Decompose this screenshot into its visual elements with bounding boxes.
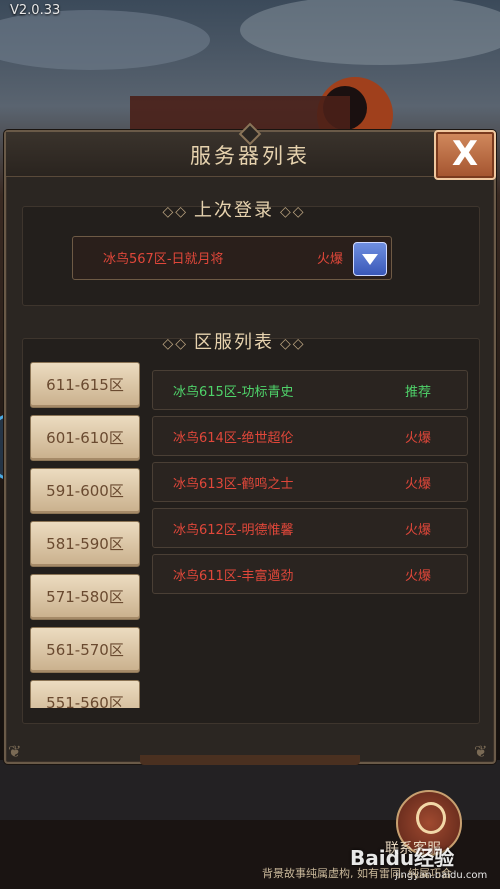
server-status: 火爆 <box>405 477 432 492</box>
close-button[interactable]: X <box>434 130 496 180</box>
server-name: 冰鸟614区-绝世超伦 <box>173 431 294 446</box>
range-tab[interactable]: 571-580区 <box>30 574 140 620</box>
diamond-ornament-icon: ◇◇ <box>162 204 188 220</box>
last-login-heading: ◇◇ 上次登录 ◇◇ <box>162 200 306 221</box>
headset-icon <box>416 802 446 834</box>
server-name: 冰鸟611区-丰富遒劲 <box>173 569 294 584</box>
corner-ornament-icon: ❦ <box>474 742 488 761</box>
range-tab[interactable]: 551-560区 <box>30 680 140 708</box>
range-list[interactable]: 611-615区 601-610区 591-600区 581-590区 571-… <box>30 362 142 708</box>
footer-note: 背景故事纯属虚构, 如有雷同, 纯属巧合 <box>262 867 452 880</box>
server-item[interactable]: 冰鸟614区-绝世超伦 火爆 <box>152 416 468 456</box>
range-tab[interactable]: 601-610区 <box>30 415 140 461</box>
server-list-panel: 服务器列表 X ◇◇ 上次登录 ◇◇ 冰鸟567区-日就月将 火爆 ◇◇ 区服列表 ◇◇… <box>4 122 496 764</box>
panel-bottom-tab <box>140 755 360 765</box>
diamond-ornament-icon: ◇◇ <box>162 336 188 352</box>
server-name: 冰鸟613区-鹤鸣之士 <box>173 477 294 492</box>
diamond-ornament-icon: ◇◇ <box>280 204 306 220</box>
diamond-ornament-icon: ◇◇ <box>280 336 306 352</box>
last-login-selector[interactable]: 冰鸟567区-日就月将 火爆 <box>72 236 392 280</box>
server-item[interactable]: 冰鸟612区-明德惟馨 火爆 <box>152 508 468 548</box>
last-login-server-name: 冰鸟567区-日就月将 <box>103 252 224 267</box>
version-label: V2.0.33 <box>10 3 61 18</box>
server-item[interactable]: 冰鸟611区-丰富遒劲 火爆 <box>152 554 468 594</box>
server-list-heading: ◇◇ 区服列表 ◇◇ <box>162 332 306 353</box>
server-item[interactable]: 冰鸟613区-鹤鸣之士 火爆 <box>152 462 468 502</box>
server-status: 火爆 <box>405 569 432 584</box>
corner-ornament-icon: ❦ <box>8 742 22 761</box>
chevron-down-icon <box>362 254 378 265</box>
last-login-status: 火爆 <box>317 252 344 267</box>
server-status: 火爆 <box>405 523 432 538</box>
server-name: 冰鸟612区-明德惟馨 <box>173 523 294 538</box>
range-tab[interactable]: 611-615区 <box>30 362 140 408</box>
dropdown-button[interactable] <box>353 242 387 276</box>
range-tab[interactable]: 581-590区 <box>30 521 140 567</box>
server-name: 冰鸟615区-功标青史 <box>173 385 294 400</box>
range-tab[interactable]: 591-600区 <box>30 468 140 514</box>
server-status: 火爆 <box>405 431 432 446</box>
range-tab[interactable]: 561-570区 <box>30 627 140 673</box>
server-status: 推荐 <box>405 385 432 400</box>
server-item[interactable]: 冰鸟615区-功标青史 推荐 <box>152 370 468 410</box>
